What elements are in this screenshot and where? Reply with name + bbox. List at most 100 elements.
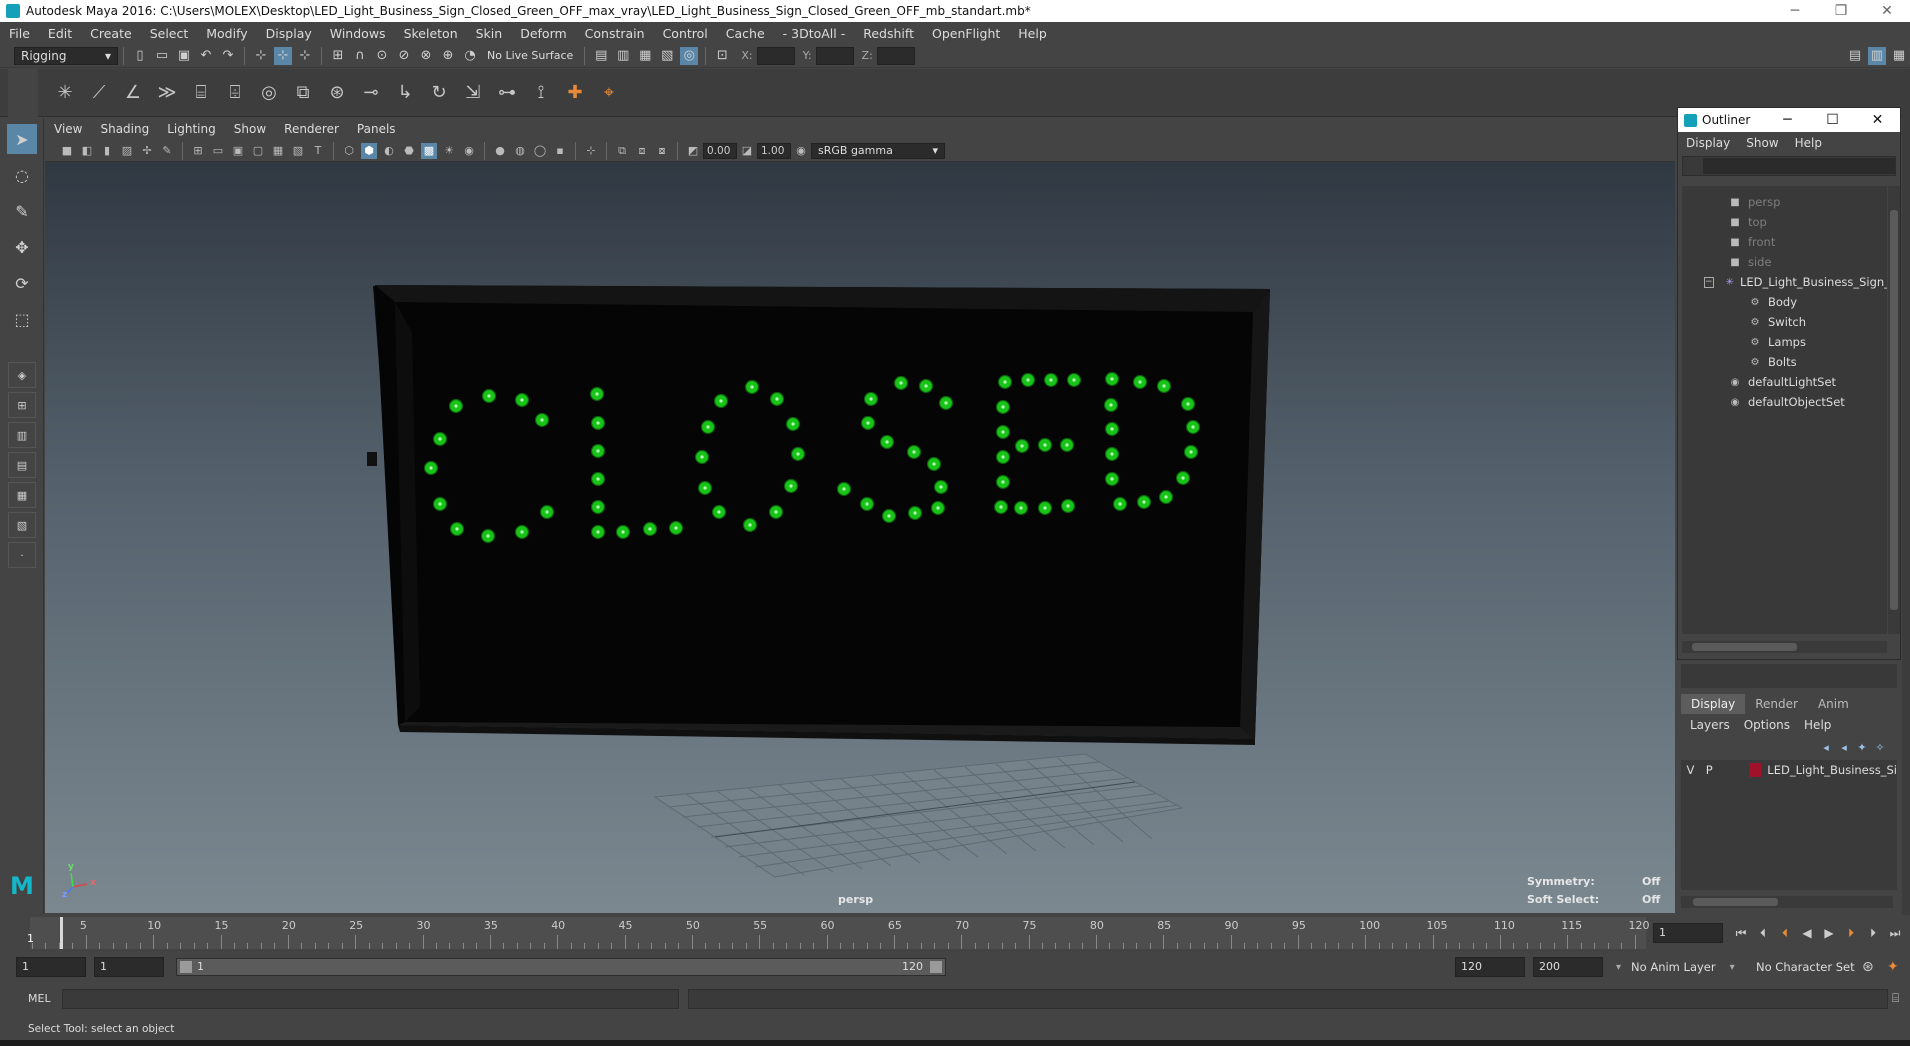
grease-pencil-icon[interactable]: ✎	[159, 143, 175, 159]
move-layer-down-icon[interactable]: ◂	[1835, 741, 1853, 754]
layer-visibility-toggle[interactable]: V	[1681, 763, 1700, 777]
live-surface-label[interactable]: No Live Surface	[487, 49, 573, 62]
shelf-tabs-strip[interactable]	[8, 68, 38, 117]
outliner-search-input[interactable]	[1703, 158, 1895, 174]
tree-item-default-light-set[interactable]: ◉ defaultLightSet	[1682, 372, 1887, 392]
smooth-shade-icon[interactable]: ⬢	[361, 142, 377, 159]
undo-icon[interactable]: ↶	[197, 47, 215, 65]
ipr-render-icon[interactable]: ▦	[636, 47, 654, 65]
layer-playback-toggle[interactable]: P	[1700, 763, 1719, 777]
screen-space-ao-icon[interactable]: ●	[492, 143, 508, 159]
go-to-start-icon[interactable]: ⏮	[1730, 923, 1752, 943]
menu-3dtoall[interactable]: - 3DtoAll -	[774, 26, 855, 41]
z-field[interactable]	[876, 46, 915, 65]
tab-anim[interactable]: Anim	[1808, 694, 1859, 714]
tree-item-persp[interactable]: ■ persp	[1682, 192, 1887, 212]
rotate-tool-icon[interactable]: ⟳	[7, 268, 37, 298]
outliner-minimize-button[interactable]: ─	[1765, 112, 1810, 128]
persp-viewport[interactable]: x y z persp Symmetry: Off Soft Select: O…	[45, 162, 1675, 913]
gamma-icon[interactable]: ◪	[739, 143, 755, 159]
outliner-vertical-scrollbar[interactable]	[1888, 186, 1900, 634]
animation-start-field[interactable]: 1	[16, 957, 86, 977]
lattice-icon[interactable]: ◎	[255, 79, 283, 107]
default-material-icon[interactable]: ◐	[381, 143, 397, 159]
go-to-end-icon[interactable]: ⏭	[1884, 923, 1906, 943]
exposure-field[interactable]: 0.00	[703, 142, 737, 159]
panel-menu-lighting[interactable]: Lighting	[158, 122, 225, 136]
tree-item-default-object-set[interactable]: ◉ defaultObjectSet	[1682, 392, 1887, 412]
menu-windows[interactable]: Windows	[321, 26, 395, 41]
pole-vector-icon[interactable]: ⟟	[527, 79, 555, 107]
layer-menu-options[interactable]: Options	[1737, 718, 1797, 732]
redo-icon[interactable]: ↷	[219, 47, 237, 65]
panel-menu-panels[interactable]: Panels	[348, 122, 405, 136]
play-backwards-icon[interactable]: ◀	[1796, 923, 1818, 943]
time-slider-track[interactable]: 5 10 15 20 25 30 35 40 45 50 55 60 65 70 75 80 85 90 95 100…	[30, 917, 1650, 949]
scale-constraint-icon[interactable]: ⇲	[459, 79, 487, 107]
minimize-button[interactable]: ─	[1772, 3, 1818, 19]
tree-item-lamps[interactable]: ⚙ Lamps	[1682, 332, 1887, 352]
snap-surface-icon[interactable]: ⊗	[417, 47, 435, 65]
ik-spline-icon[interactable]: ∠	[119, 79, 147, 107]
layer-menu-layers[interactable]: Layers	[1683, 718, 1737, 732]
layer-menu-help[interactable]: Help	[1797, 718, 1838, 732]
tree-item-body[interactable]: ⚙ Body	[1682, 292, 1887, 312]
camera-attributes-icon[interactable]: ◧	[79, 143, 95, 159]
save-scene-icon[interactable]: ▣	[175, 47, 193, 65]
use-all-lights-icon[interactable]: ☀	[441, 143, 457, 159]
gate-mask-icon[interactable]: ▢	[250, 143, 266, 159]
outliner-menu-show[interactable]: Show	[1738, 136, 1786, 150]
tab-render[interactable]: Render	[1745, 694, 1808, 714]
single-pane-layout-icon[interactable]: ◈	[8, 362, 36, 388]
layer-horizontal-scrollbar[interactable]	[1681, 896, 1893, 908]
layer-row[interactable]: V P LED_Light_Business_Si	[1681, 760, 1897, 780]
ik-fk-switch-icon[interactable]: ⌖	[595, 79, 623, 107]
restore-button[interactable]: ❐	[1818, 3, 1864, 19]
panel-menu-renderer[interactable]: Renderer	[275, 122, 348, 136]
tool-settings-toggle-icon[interactable]: ▦	[1890, 47, 1908, 65]
menu-help[interactable]: Help	[1009, 26, 1056, 41]
preferences-icon[interactable]: ✦	[1887, 959, 1899, 975]
scale-tool-icon[interactable]: ⬚	[7, 304, 37, 334]
blend-shape-icon[interactable]: ⧉	[289, 79, 317, 107]
layout-options-icon[interactable]: ·	[8, 542, 36, 568]
mel-label[interactable]: MEL	[28, 992, 51, 1005]
point-constraint-icon[interactable]: ↳	[391, 79, 419, 107]
panel-menu-show[interactable]: Show	[225, 122, 275, 136]
render-view-icon[interactable]: ▥	[614, 47, 632, 65]
cluster-icon[interactable]: ⌹	[221, 79, 249, 107]
menu-deform[interactable]: Deform	[511, 26, 575, 41]
outliner-menu-help[interactable]: Help	[1787, 136, 1830, 150]
menu-control[interactable]: Control	[654, 26, 717, 41]
hypershade-persp-layout-icon[interactable]: ▧	[8, 512, 36, 538]
tree-item-switch[interactable]: ⚙ Switch	[1682, 312, 1887, 332]
tree-item-bolts[interactable]: ⚙ Bolts	[1682, 352, 1887, 372]
new-scene-icon[interactable]: ▯	[131, 47, 149, 65]
new-layer-from-selected-icon[interactable]: ✧	[1871, 741, 1889, 754]
select-component-icon[interactable]: ⊹	[296, 47, 314, 65]
image-plane-icon[interactable]: ▨	[119, 143, 135, 159]
range-start-handle[interactable]	[180, 961, 192, 973]
graph-persp-layout-icon[interactable]: ▦	[8, 482, 36, 508]
outliner-close-button[interactable]: ✕	[1855, 112, 1900, 128]
parent-constraint-icon[interactable]: ⊸	[357, 79, 385, 107]
animation-end-field[interactable]: 200	[1533, 957, 1603, 977]
joint-tool-icon[interactable]: ✳	[51, 79, 79, 107]
render-settings-icon[interactable]: ▧	[658, 47, 676, 65]
camera-select-icon[interactable]: ■	[59, 143, 75, 159]
menu-cache[interactable]: Cache	[717, 26, 774, 41]
anti-aliasing-icon[interactable]: ◯	[532, 143, 548, 159]
scrollbar-thumb[interactable]	[1692, 643, 1797, 651]
live-surface-icon[interactable]: ◔	[461, 47, 479, 65]
move-tool-icon[interactable]: ✥	[7, 232, 37, 262]
2d-pan-zoom-icon[interactable]: ✢	[139, 143, 155, 159]
playback-end-field[interactable]: 120	[1455, 957, 1525, 977]
exposure-icon[interactable]: ◩	[685, 143, 701, 159]
step-back-key-icon[interactable]: ⏴	[1774, 923, 1796, 943]
play-forwards-icon[interactable]: ▶	[1818, 923, 1840, 943]
menu-openflight[interactable]: OpenFlight	[923, 26, 1009, 41]
step-forward-icon[interactable]: ⏵	[1862, 923, 1884, 943]
paint-select-icon[interactable]: ✎	[7, 196, 37, 226]
safe-title-icon[interactable]: T	[310, 143, 326, 159]
wrap-deformer-icon[interactable]: ⊛	[323, 79, 351, 107]
